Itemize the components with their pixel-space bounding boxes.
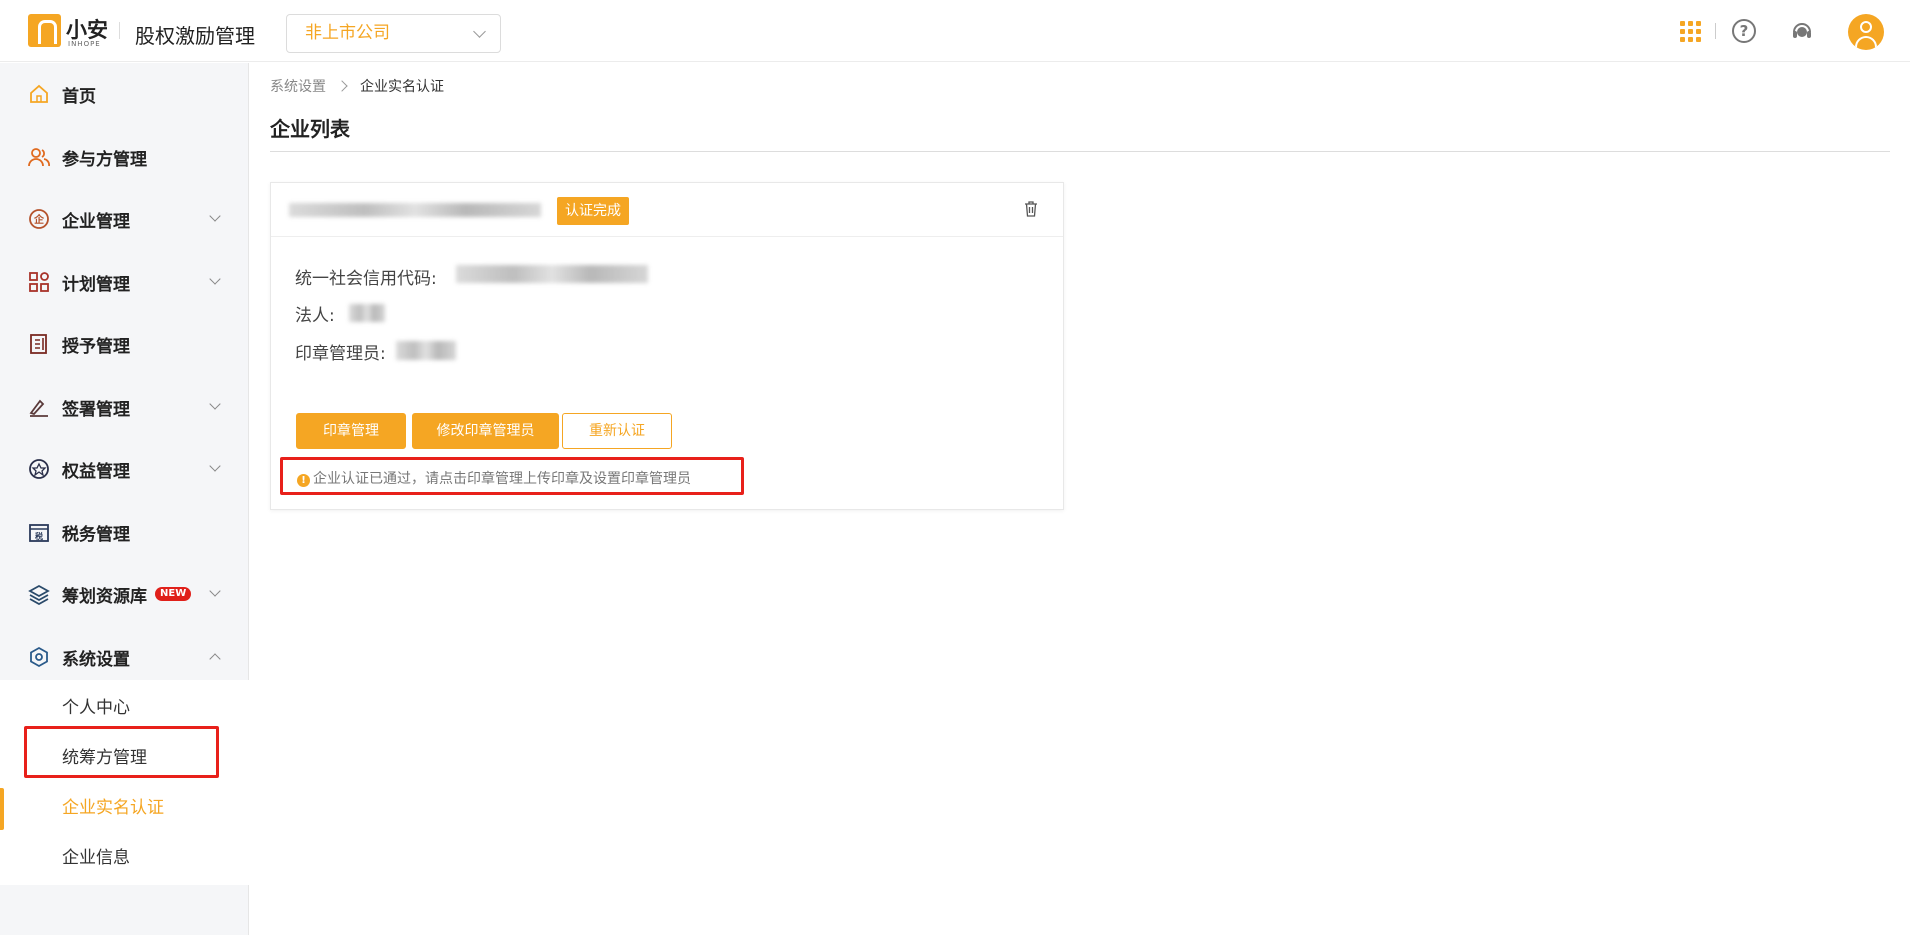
grant-icon: [30, 334, 47, 354]
users-icon: [28, 148, 50, 167]
legal-person-field: 法人:: [295, 301, 335, 326]
app-title: 股权激励管理: [135, 24, 255, 48]
submenu-item-enterprise-info[interactable]: 企业信息: [0, 830, 249, 878]
sidebar-item-grant[interactable]: 授予管理: [0, 313, 249, 375]
sidebar-item-label: 参与方管理: [62, 150, 147, 170]
active-indicator: [0, 788, 4, 830]
redacted-seal-admin: [396, 341, 456, 360]
plan-icon: [29, 272, 49, 292]
credit-code-label: 统一社会信用代码:: [295, 269, 437, 289]
sidebar-item-label: 签署管理: [62, 400, 130, 420]
header-separator: [1715, 23, 1716, 39]
app-logo[interactable]: [28, 14, 61, 47]
sidebar-item-label: 企业管理: [62, 212, 130, 232]
sidebar-item-label: 计划管理: [62, 275, 130, 295]
chevron-up-icon: [209, 653, 221, 665]
company-type-value: 非上市公司: [305, 23, 390, 43]
home-icon: [30, 84, 48, 103]
sidebar-item-home[interactable]: 首页: [0, 63, 249, 125]
chevron-down-icon: [209, 273, 221, 285]
sidebar-item-tax[interactable]: 税 税务管理: [0, 501, 249, 563]
seal-admin-label: 印章管理员:: [295, 344, 386, 364]
tax-icon: 税: [29, 524, 49, 542]
submenu-item-label: 企业实名认证: [62, 798, 164, 818]
trash-icon[interactable]: [1024, 201, 1038, 217]
submenu-item-enterprise-auth[interactable]: 企业实名认证: [0, 780, 249, 830]
svg-text:税: 税: [35, 531, 43, 541]
sidebar-item-label: 筹划资源库: [62, 587, 147, 607]
chevron-down-icon: [209, 210, 221, 222]
redacted-company-name: [289, 203, 541, 217]
highlight-annotation-notice: [280, 457, 744, 495]
credit-code-field: 统一社会信用代码:: [295, 264, 437, 289]
breadcrumb-current: 企业实名认证: [360, 79, 444, 95]
title-divider: [270, 151, 1890, 152]
card-header: 认证完成: [271, 183, 1063, 237]
apps-grid-icon[interactable]: [1678, 19, 1702, 43]
redacted-legal-person: [349, 304, 385, 322]
reauth-button[interactable]: 重新认证: [562, 413, 672, 449]
status-badge: 认证完成: [557, 197, 629, 225]
page-title: 企业列表: [270, 117, 350, 141]
highlight-annotation-sidebar: [24, 726, 219, 778]
logo-subtext: INHOPE: [68, 40, 101, 48]
submenu-item-label: 企业信息: [62, 848, 130, 868]
header-divider: [119, 22, 120, 39]
help-icon[interactable]: ?: [1732, 19, 1756, 43]
sidebar-item-label: 税务管理: [62, 525, 130, 545]
sidebar-item-settings[interactable]: 系统设置: [0, 626, 249, 688]
svg-text:企: 企: [33, 213, 45, 226]
breadcrumb: 系统设置 企业实名认证: [270, 76, 444, 96]
sidebar-item-equity[interactable]: 权益管理: [0, 438, 249, 500]
sign-icon: [29, 399, 48, 417]
submenu-item-label: 个人中心: [62, 698, 130, 718]
equity-icon: [29, 459, 49, 479]
top-header: 小安 INHOPE 股权激励管理 非上市公司 ?: [0, 0, 1910, 62]
sidebar-item-plan[interactable]: 计划管理: [0, 251, 249, 313]
user-avatar[interactable]: [1848, 14, 1884, 50]
chevron-down-icon: [209, 585, 221, 597]
settings-icon: [30, 646, 48, 668]
chevron-right-icon: [336, 80, 348, 92]
new-badge: NEW: [155, 587, 192, 601]
customer-service-icon[interactable]: [1790, 19, 1814, 43]
sidebar-item-enterprise[interactable]: 企 企业管理: [0, 188, 249, 250]
seal-admin-field: 印章管理员:: [295, 339, 386, 364]
settings-submenu: 个人中心 统筹方管理 企业实名认证 企业信息: [0, 680, 249, 885]
company-type-select[interactable]: 非上市公司: [286, 14, 501, 53]
breadcrumb-parent[interactable]: 系统设置: [270, 79, 326, 95]
sidebar-item-label: 首页: [62, 87, 96, 107]
redacted-credit-code: [456, 265, 648, 283]
chevron-down-icon: [209, 460, 221, 472]
edit-seal-admin-button[interactable]: 修改印章管理员: [412, 413, 559, 449]
sidebar-item-label: 授予管理: [62, 337, 130, 357]
sidebar-item-participants[interactable]: 参与方管理: [0, 126, 249, 188]
seal-manage-button[interactable]: 印章管理: [296, 413, 406, 449]
sidebar: 首页 参与方管理 企 企业管理 计划管理 授予管理 签署管理 权益管理 税 税务…: [0, 63, 249, 935]
sidebar-item-label: 权益管理: [62, 462, 130, 482]
chevron-down-icon: [209, 398, 221, 410]
sidebar-item-resources[interactable]: 筹划资源库 NEW: [0, 563, 249, 625]
layers-icon: [28, 584, 50, 605]
enterprise-icon: 企: [29, 209, 49, 229]
sidebar-item-sign[interactable]: 签署管理: [0, 376, 249, 438]
legal-person-label: 法人:: [295, 306, 335, 326]
sidebar-item-label: 系统设置: [62, 650, 130, 670]
chevron-down-icon: [473, 25, 486, 38]
submenu-item-personal-center[interactable]: 个人中心: [0, 680, 249, 728]
